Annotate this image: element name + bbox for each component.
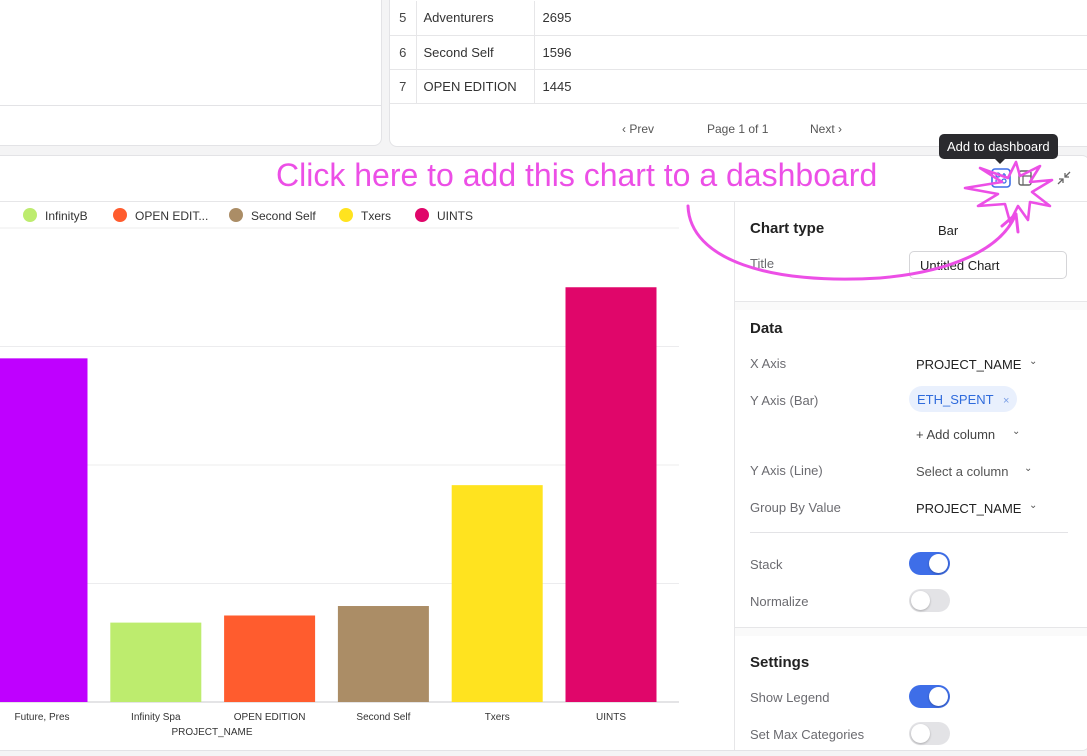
annotation-arrow-icon (686, 160, 1054, 281)
toggle-knob (911, 591, 930, 610)
show-legend-label: Show Legend (750, 690, 830, 705)
legend-swatch (229, 208, 243, 222)
chevron-down-icon[interactable]: ⌄ (1029, 356, 1037, 367)
normalize-toggle[interactable] (909, 589, 950, 612)
project-name-cell: Second Self (416, 35, 535, 70)
project-name-cell: OPEN EDITION (416, 69, 535, 104)
x-axis-title: PROJECT_NAME (171, 727, 252, 738)
legend-label: UINTS (437, 209, 473, 223)
x-tick-label: OPEN EDITION (234, 712, 306, 723)
x-axis-label: X Axis (750, 356, 787, 371)
bar-future-pres[interactable] (0, 358, 88, 702)
project-name-cell: Adventurers (416, 1, 535, 36)
bar-chart: Future, Pres Infinity Spa OPEN EDITION Seco… (0, 227, 679, 738)
data-heading: Data (750, 320, 783, 337)
table-row[interactable]: 7 OPEN EDITION 1445 (390, 69, 1087, 104)
eth-spent-cell: 1596 (534, 35, 1087, 70)
settings-heading: Settings (750, 654, 810, 671)
x-tick-label: UINTS (596, 712, 626, 723)
legend-label: InfinityB (45, 209, 88, 223)
x-axis-select[interactable]: PROJECT_NAME (916, 357, 1021, 372)
remove-chip-icon[interactable]: × (1003, 395, 1009, 407)
toggle-knob (929, 554, 948, 573)
y-axis-bar-label: Y Axis (Bar) (750, 393, 819, 408)
y-axis-bar-chip[interactable]: ETH_SPENT × (909, 386, 1018, 412)
x-tick-label: Future, Pres (14, 712, 69, 723)
row-index: 5 (390, 1, 417, 36)
chevron-down-icon[interactable]: ⌄ (1029, 500, 1037, 511)
eth-spent-cell: 2695 (534, 1, 1087, 36)
legend-swatch (415, 208, 429, 222)
x-tick-label: Second Self (356, 712, 410, 723)
eth-spent-cell: 1445 (534, 69, 1087, 104)
data-section: Data X Axis PROJECT_NAME ⌄ Y Axis (Bar) … (735, 310, 1087, 628)
x-tick-label: Txers (485, 712, 510, 723)
y-axis-line-select[interactable]: Select a column (916, 464, 1009, 479)
panel-divider (0, 105, 381, 106)
next-page-button[interactable]: Next › (810, 122, 842, 136)
legend-label: OPEN EDIT... (135, 209, 209, 223)
bar-uints[interactable] (565, 287, 657, 702)
row-index: 6 (390, 35, 417, 70)
y-axis-bar-value: ETH_SPENT (917, 392, 994, 407)
legend-swatch (113, 208, 127, 222)
chevron-down-icon[interactable]: ⌄ (1024, 463, 1032, 474)
max-categories-toggle[interactable] (909, 722, 950, 745)
settings-section: Settings Show Legend Set Max Categories (735, 636, 1087, 750)
group-by-label: Group By Value (750, 500, 841, 515)
data-table-panel: 5 Adventurers 2695 6 Second Self 1596 7 … (389, 0, 1087, 147)
chevron-down-icon[interactable]: ⌄ (1012, 426, 1020, 437)
row-index: 7 (390, 69, 417, 104)
bar-open-edition[interactable] (224, 615, 316, 702)
normalize-label: Normalize (750, 594, 809, 609)
stack-label: Stack (750, 557, 783, 572)
legend-label: Second Self (251, 209, 316, 223)
max-categories-label: Set Max Categories (750, 727, 865, 742)
results-panel (0, 0, 382, 146)
legend-swatch (23, 208, 37, 222)
legend-swatch (339, 208, 353, 222)
page-indicator: Page 1 of 1 (707, 122, 769, 136)
legend-label: Txers (361, 209, 391, 223)
prev-page-button[interactable]: ‹ Prev (622, 122, 654, 136)
y-axis-line-label: Y Axis (Line) (750, 463, 823, 478)
table-row[interactable]: 6 Second Self 1596 (390, 35, 1087, 70)
data-table: 5 Adventurers 2695 6 Second Self 1596 7 … (390, 1, 1087, 104)
group-by-select[interactable]: PROJECT_NAME (916, 501, 1021, 516)
bar-infinity-spa[interactable] (110, 622, 202, 702)
divider (750, 532, 1068, 533)
toggle-knob (911, 724, 930, 743)
bar-txers[interactable] (451, 485, 543, 702)
stack-toggle[interactable] (909, 552, 950, 575)
table-row[interactable]: 5 Adventurers 2695 (390, 1, 1087, 36)
add-column-button[interactable]: + Add column (916, 427, 995, 442)
show-legend-toggle[interactable] (909, 685, 950, 708)
x-tick-label: Infinity Spa (131, 712, 181, 723)
bar-second-self[interactable] (337, 606, 429, 702)
add-to-dashboard-tooltip: Add to dashboard (939, 134, 1058, 164)
toggle-knob (929, 687, 948, 706)
